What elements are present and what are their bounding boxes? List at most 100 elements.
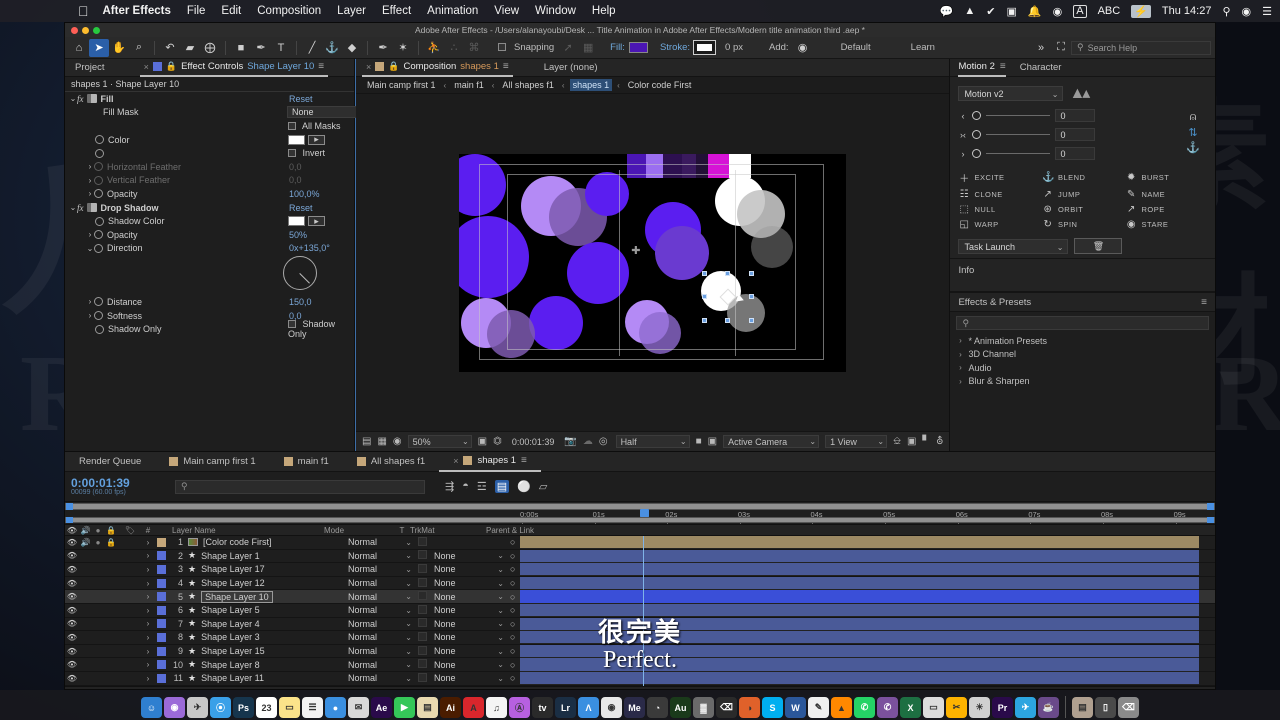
notes-icon[interactable]: ▭	[279, 697, 300, 718]
right-anchor-slider-row[interactable]: › 0	[958, 147, 1179, 160]
reminders-icon[interactable]: ☰	[302, 697, 323, 718]
layer-duration-bar[interactable]	[520, 590, 1199, 604]
layer-duration-bar[interactable]	[520, 672, 1199, 686]
motion-button-jump[interactable]: ↗ JUMP	[1042, 189, 1124, 200]
menu-layer[interactable]: Layer	[337, 5, 366, 17]
tab-all-shapes-f1[interactable]: All shapes f1	[343, 452, 439, 472]
preserve-transparency-toggle[interactable]	[418, 577, 434, 589]
slider-track[interactable]	[986, 115, 1051, 116]
monitor-icon[interactable]: ▦	[377, 436, 386, 447]
stopwatch-icon[interactable]	[95, 324, 104, 334]
track-matte-select[interactable]: None ⌄	[434, 673, 510, 683]
property-row-direction-dial[interactable]	[65, 255, 355, 295]
motion-version-select[interactable]: Motion v2 ⌄	[958, 85, 1064, 101]
finder-icon[interactable]: ☺	[141, 697, 162, 718]
selection-handle[interactable]	[702, 270, 708, 276]
breadcrumb-item-3[interactable]: shapes 1	[569, 79, 613, 91]
layer-name-label[interactable]: Shape Layer 17	[201, 564, 265, 574]
composition-tab[interactable]: × 🔒 Composition shapes 1 ≡	[362, 59, 513, 77]
clone-stamp-tool-icon[interactable]: ⚓	[322, 39, 342, 57]
input-source-badge[interactable]: A	[1073, 4, 1087, 18]
current-timecode[interactable]: 0:00:01:39	[71, 477, 167, 489]
reset-link-drop-shadow[interactable]: Reset	[289, 203, 313, 213]
navigator-start[interactable]	[66, 517, 73, 523]
chrome-icon[interactable]: ◉	[601, 697, 622, 718]
twirl-icon[interactable]: ›	[86, 311, 94, 320]
motion-button-warp[interactable]: ◱ WARP	[958, 219, 1040, 230]
pages-icon[interactable]: ✎	[808, 697, 829, 718]
preserve-transparency-toggle[interactable]	[418, 591, 434, 602]
invert-checkbox-wrap[interactable]: Invert	[288, 148, 325, 158]
draft-3d-icon[interactable]: ◓	[462, 480, 469, 493]
word-icon[interactable]: W	[785, 697, 806, 718]
blend-mode-select[interactable]: Normal ⌄	[348, 551, 418, 561]
layer-label-color[interactable]	[154, 537, 168, 547]
show-snapshot-icon[interactable]: ☁	[583, 436, 593, 447]
snapshot-icon[interactable]: 📷	[564, 436, 576, 447]
work-area-end[interactable]	[1207, 503, 1214, 510]
property-row-vertical-feather[interactable]: › Vertical Feather 0,0	[65, 174, 355, 188]
chevron-double-right-icon[interactable]: »	[1031, 39, 1051, 57]
archive-icon[interactable]: ▤	[417, 697, 438, 718]
all-masks-checkbox-wrap[interactable]: All Masks	[288, 121, 341, 131]
left-anchor-value[interactable]: 0	[1055, 109, 1096, 122]
motion-button-spin[interactable]: ↻ SPIN	[1042, 219, 1124, 230]
selection-tool-icon[interactable]: ➤	[89, 38, 109, 57]
channel-icon[interactable]: ◎	[599, 436, 608, 447]
comp-canvas[interactable]: ✚	[459, 153, 847, 372]
itunes-icon[interactable]: ♫	[486, 697, 507, 718]
layer-name-cell[interactable]: ★ Shape Layer 12	[188, 578, 348, 589]
adobe-cc-icon[interactable]: Λ	[578, 697, 599, 718]
color-swatch[interactable]	[288, 134, 305, 145]
motion-button-blend[interactable]: ⚓ BLEND	[1042, 170, 1124, 185]
layer-label-color[interactable]	[154, 646, 168, 656]
stopwatch-icon[interactable]	[94, 243, 103, 253]
stopwatch-icon[interactable]	[94, 297, 103, 307]
tab-main-camp-first-1[interactable]: Main camp first 1	[155, 452, 269, 472]
downloads-folder-icon[interactable]: ▤	[1072, 697, 1093, 718]
comp-flowchart-icon[interactable]: ▘	[922, 436, 930, 447]
shape-tool-icon[interactable]: ■	[231, 39, 251, 57]
layer-name-cell[interactable]: ★ Shape Layer 10	[188, 590, 348, 603]
composition-viewer[interactable]: ✚	[356, 94, 950, 431]
effects-preset-item[interactable]: › Audio	[950, 361, 1215, 375]
live-update-icon[interactable]: ⇶	[445, 480, 454, 493]
effect-row-drop-shadow[interactable]: ⌄ fx Drop Shadow Reset About...	[65, 201, 392, 215]
menu-composition[interactable]: Composition	[257, 5, 321, 17]
after-effects-icon[interactable]: Ae	[371, 697, 392, 718]
blend-mode-select[interactable]: Normal ⌄	[348, 619, 418, 629]
twirl-icon[interactable]: ›	[142, 660, 154, 669]
document-icon[interactable]: ▯	[1095, 697, 1116, 718]
layer-name-cell[interactable]: ★ Shape Layer 5	[188, 605, 348, 616]
preserve-transparency-toggle[interactable]	[418, 550, 434, 561]
blend-mode-select[interactable]: Normal ⌄	[348, 578, 418, 588]
layer-duration-bar[interactable]	[520, 658, 1199, 672]
region-of-interest-icon[interactable]: ▣	[478, 436, 487, 447]
motion-button-burst[interactable]: ✹ BURST	[1125, 170, 1207, 185]
work-area-start[interactable]	[66, 503, 73, 510]
twirl-icon[interactable]: ›	[142, 647, 154, 656]
stopwatch-icon[interactable]	[95, 148, 104, 158]
preserve-transparency-toggle[interactable]	[418, 645, 434, 657]
cinema4d-icon[interactable]: ◔	[647, 697, 668, 718]
rocket-icon[interactable]: ⍝	[1190, 111, 1197, 124]
view-layout-select[interactable]: 1 View ⌄	[825, 435, 888, 448]
battery-icon[interactable]: ⚡	[1131, 4, 1151, 18]
comp-timecode[interactable]: 0:00:01:39	[512, 437, 555, 447]
twirl-icon[interactable]: ›	[86, 230, 94, 239]
hamburger-icon[interactable]: ≡	[1000, 61, 1006, 72]
timeline-search-input[interactable]: ⚲	[175, 479, 425, 494]
stopwatch-icon[interactable]	[94, 311, 103, 321]
twirl-icon[interactable]: ›	[86, 162, 94, 171]
close-icon[interactable]: ×	[453, 456, 458, 466]
track-matte-select[interactable]: None ⌄	[434, 564, 510, 574]
property-row-invert[interactable]: Invert	[65, 146, 355, 160]
hamburger-icon[interactable]: ≡	[503, 61, 509, 72]
siri-icon[interactable]: ◉	[1242, 5, 1252, 18]
layer-label-color[interactable]	[154, 619, 168, 629]
preserve-transparency-toggle[interactable]	[418, 672, 434, 684]
motion-blur-icon[interactable]: ⚪	[517, 480, 531, 493]
time-navigator-bar[interactable]	[65, 517, 1215, 523]
visibility-toggle[interactable]: 👁	[65, 579, 79, 588]
preserve-transparency-toggle[interactable]	[418, 536, 434, 548]
